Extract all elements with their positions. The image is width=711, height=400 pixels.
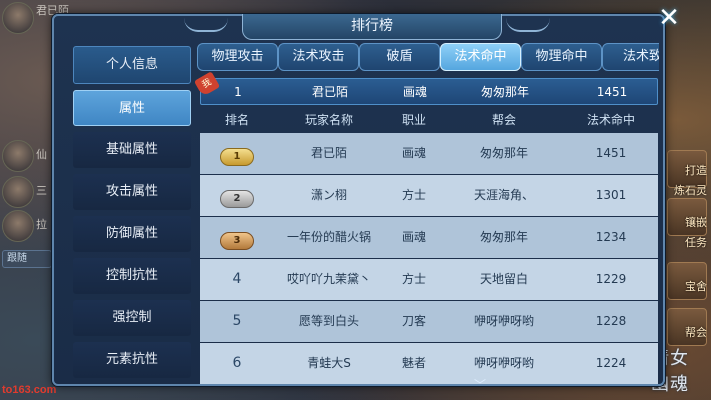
player-job: 魅者 xyxy=(401,356,426,370)
my-rank-value: 1451 xyxy=(596,85,628,99)
inlay-label: 镶嵌 xyxy=(685,216,707,229)
player-name: 青蛙大S xyxy=(307,356,351,370)
watermark-text: to163.com xyxy=(2,384,57,396)
guild-label: 帮会 xyxy=(685,326,707,339)
team-member-avatar[interactable] xyxy=(2,140,34,172)
header-rank: 排名 xyxy=(224,113,249,127)
player-job: 刀客 xyxy=(401,314,426,328)
team-member-avatar[interactable] xyxy=(2,176,34,208)
table-row[interactable]: 1 君已陌 画魂 匆匆那年 1451 xyxy=(200,133,658,174)
rank-number: 6 xyxy=(232,355,242,371)
header-job: 职业 xyxy=(401,113,426,127)
player-value: 1228 xyxy=(595,314,627,328)
menu-item-attack-attributes[interactable]: 攻击属性 xyxy=(73,174,191,210)
player-value: 1229 xyxy=(595,272,627,286)
rank-number: 5 xyxy=(232,313,242,329)
title-ornament-left xyxy=(184,18,228,32)
ranking-list[interactable]: 1 君已陌 画魂 匆匆那年 1451 2 潇ン栩 方士 天涯海角、 1301 3… xyxy=(200,133,658,384)
header-guild: 帮会 xyxy=(491,113,516,127)
player-job: 画魂 xyxy=(401,146,426,160)
refine-label: 炼石灵 xyxy=(674,184,707,197)
menu-item-element-resistance[interactable]: 元素抗性 xyxy=(73,342,191,378)
menu-item-basic-attributes[interactable]: 基础属性 xyxy=(73,132,191,168)
player-value: 1234 xyxy=(595,230,627,244)
table-row[interactable]: 4 哎吖吖九茉黛丶 方士 天地留白 1229 xyxy=(200,259,658,300)
header-player-name: 玩家名称 xyxy=(304,113,353,127)
my-rank-name: 君已陌 xyxy=(311,85,348,99)
window-title: 排行榜 xyxy=(242,14,502,40)
my-rank-guild: 匆匆那年 xyxy=(480,85,529,99)
gold-medal-icon: 1 xyxy=(220,148,254,166)
rank-number: 4 xyxy=(232,271,242,287)
title-ornament-right xyxy=(506,18,550,32)
table-header: 排名 玩家名称 职业 帮会 法术命中 xyxy=(200,108,658,132)
player-name: 潇ン栩 xyxy=(310,188,347,202)
player-guild: 匆匆那年 xyxy=(479,146,528,160)
player-name: 哎吖吖九茉黛丶 xyxy=(286,272,371,286)
category-menu: 个人信息 属性 基础属性 攻击属性 防御属性 控制抗性 强控制 元素抗性 xyxy=(70,46,194,384)
treasure-label: 宝舍 xyxy=(685,280,707,293)
player-name: 一年份的醋火锅 xyxy=(286,230,371,244)
header-magic-hit: 法术命中 xyxy=(586,113,635,127)
follow-button[interactable]: 跟随 xyxy=(2,250,52,268)
team-member-label: 拉 xyxy=(36,218,47,231)
team-member-avatar[interactable] xyxy=(2,210,34,242)
leaderboard-panel: 排行榜 个人信息 属性 基础属性 攻击属性 防御属性 控制抗性 强控制 元素抗性… xyxy=(52,14,665,391)
player-avatar[interactable] xyxy=(2,2,34,34)
team-member-label: 三 xyxy=(36,184,47,197)
tab-physical-attack[interactable]: 物理攻击 xyxy=(197,43,278,71)
table-row[interactable]: 3 一年份的醋火锅 画魂 匆匆那年 1234 xyxy=(200,217,658,258)
player-value: 1451 xyxy=(595,146,627,160)
tab-magic-crit[interactable]: 法术致 xyxy=(602,43,659,71)
menu-item-attributes[interactable]: 属性 xyxy=(73,90,191,126)
menu-item-control-resistance[interactable]: 控制抗性 xyxy=(73,258,191,294)
player-guild: 天涯海角、 xyxy=(473,188,534,202)
menu-item-personal-info[interactable]: 个人信息 xyxy=(73,46,191,84)
my-rank-number: 1 xyxy=(234,85,242,99)
player-guild: 天地留白 xyxy=(479,272,528,286)
stat-tabs: 物理攻击 法术攻击 破盾 法术命中 物理命中 法术致 xyxy=(197,43,659,73)
player-value: 1224 xyxy=(595,356,627,370)
table-row[interactable]: 6 青蛙大S 魅者 咿呀咿呀哟 1224 xyxy=(200,343,658,384)
my-rank-row: 我 1 君已陌 画魂 匆匆那年 1451 xyxy=(193,71,658,105)
player-name: 君已陌 xyxy=(310,146,347,160)
player-value: 1301 xyxy=(595,188,627,202)
tab-physical-hit[interactable]: 物理命中 xyxy=(521,43,602,71)
player-guild: 咿呀咿呀哟 xyxy=(473,356,534,370)
player-name: 愿等到白头 xyxy=(298,314,359,328)
close-icon[interactable]: ✕ xyxy=(652,4,686,34)
menu-item-strong-control[interactable]: 强控制 xyxy=(73,300,191,336)
my-rank-job: 画魂 xyxy=(402,85,427,99)
tab-magic-attack[interactable]: 法术攻击 xyxy=(278,43,359,71)
bronze-medal-icon: 3 xyxy=(220,232,254,250)
player-job: 画魂 xyxy=(401,230,426,244)
team-member-label: 仙 xyxy=(36,148,47,161)
player-guild: 咿呀咿呀哟 xyxy=(473,314,534,328)
table-row[interactable]: 5 愿等到白头 刀客 咿呀咿呀哟 1228 xyxy=(200,301,658,342)
player-job: 方士 xyxy=(401,188,426,202)
table-row[interactable]: 2 潇ン栩 方士 天涯海角、 1301 xyxy=(200,175,658,216)
forge-label: 打造 xyxy=(685,164,707,177)
left-hud: 君已陌 仙 三 拉 跟随 to163.com xyxy=(0,0,69,400)
window-title-text: 排行榜 xyxy=(351,18,393,34)
silver-medal-icon: 2 xyxy=(220,190,254,208)
player-job: 方士 xyxy=(401,272,426,286)
tab-magic-hit[interactable]: 法术命中 xyxy=(440,43,521,71)
player-guild: 匆匆那年 xyxy=(479,230,528,244)
menu-item-defense-attributes[interactable]: 防御属性 xyxy=(73,216,191,252)
tab-shield-break[interactable]: 破盾 xyxy=(359,43,440,71)
quest-label: 任务 xyxy=(685,236,707,249)
chevron-down-icon[interactable]: ﹀ xyxy=(472,379,488,391)
